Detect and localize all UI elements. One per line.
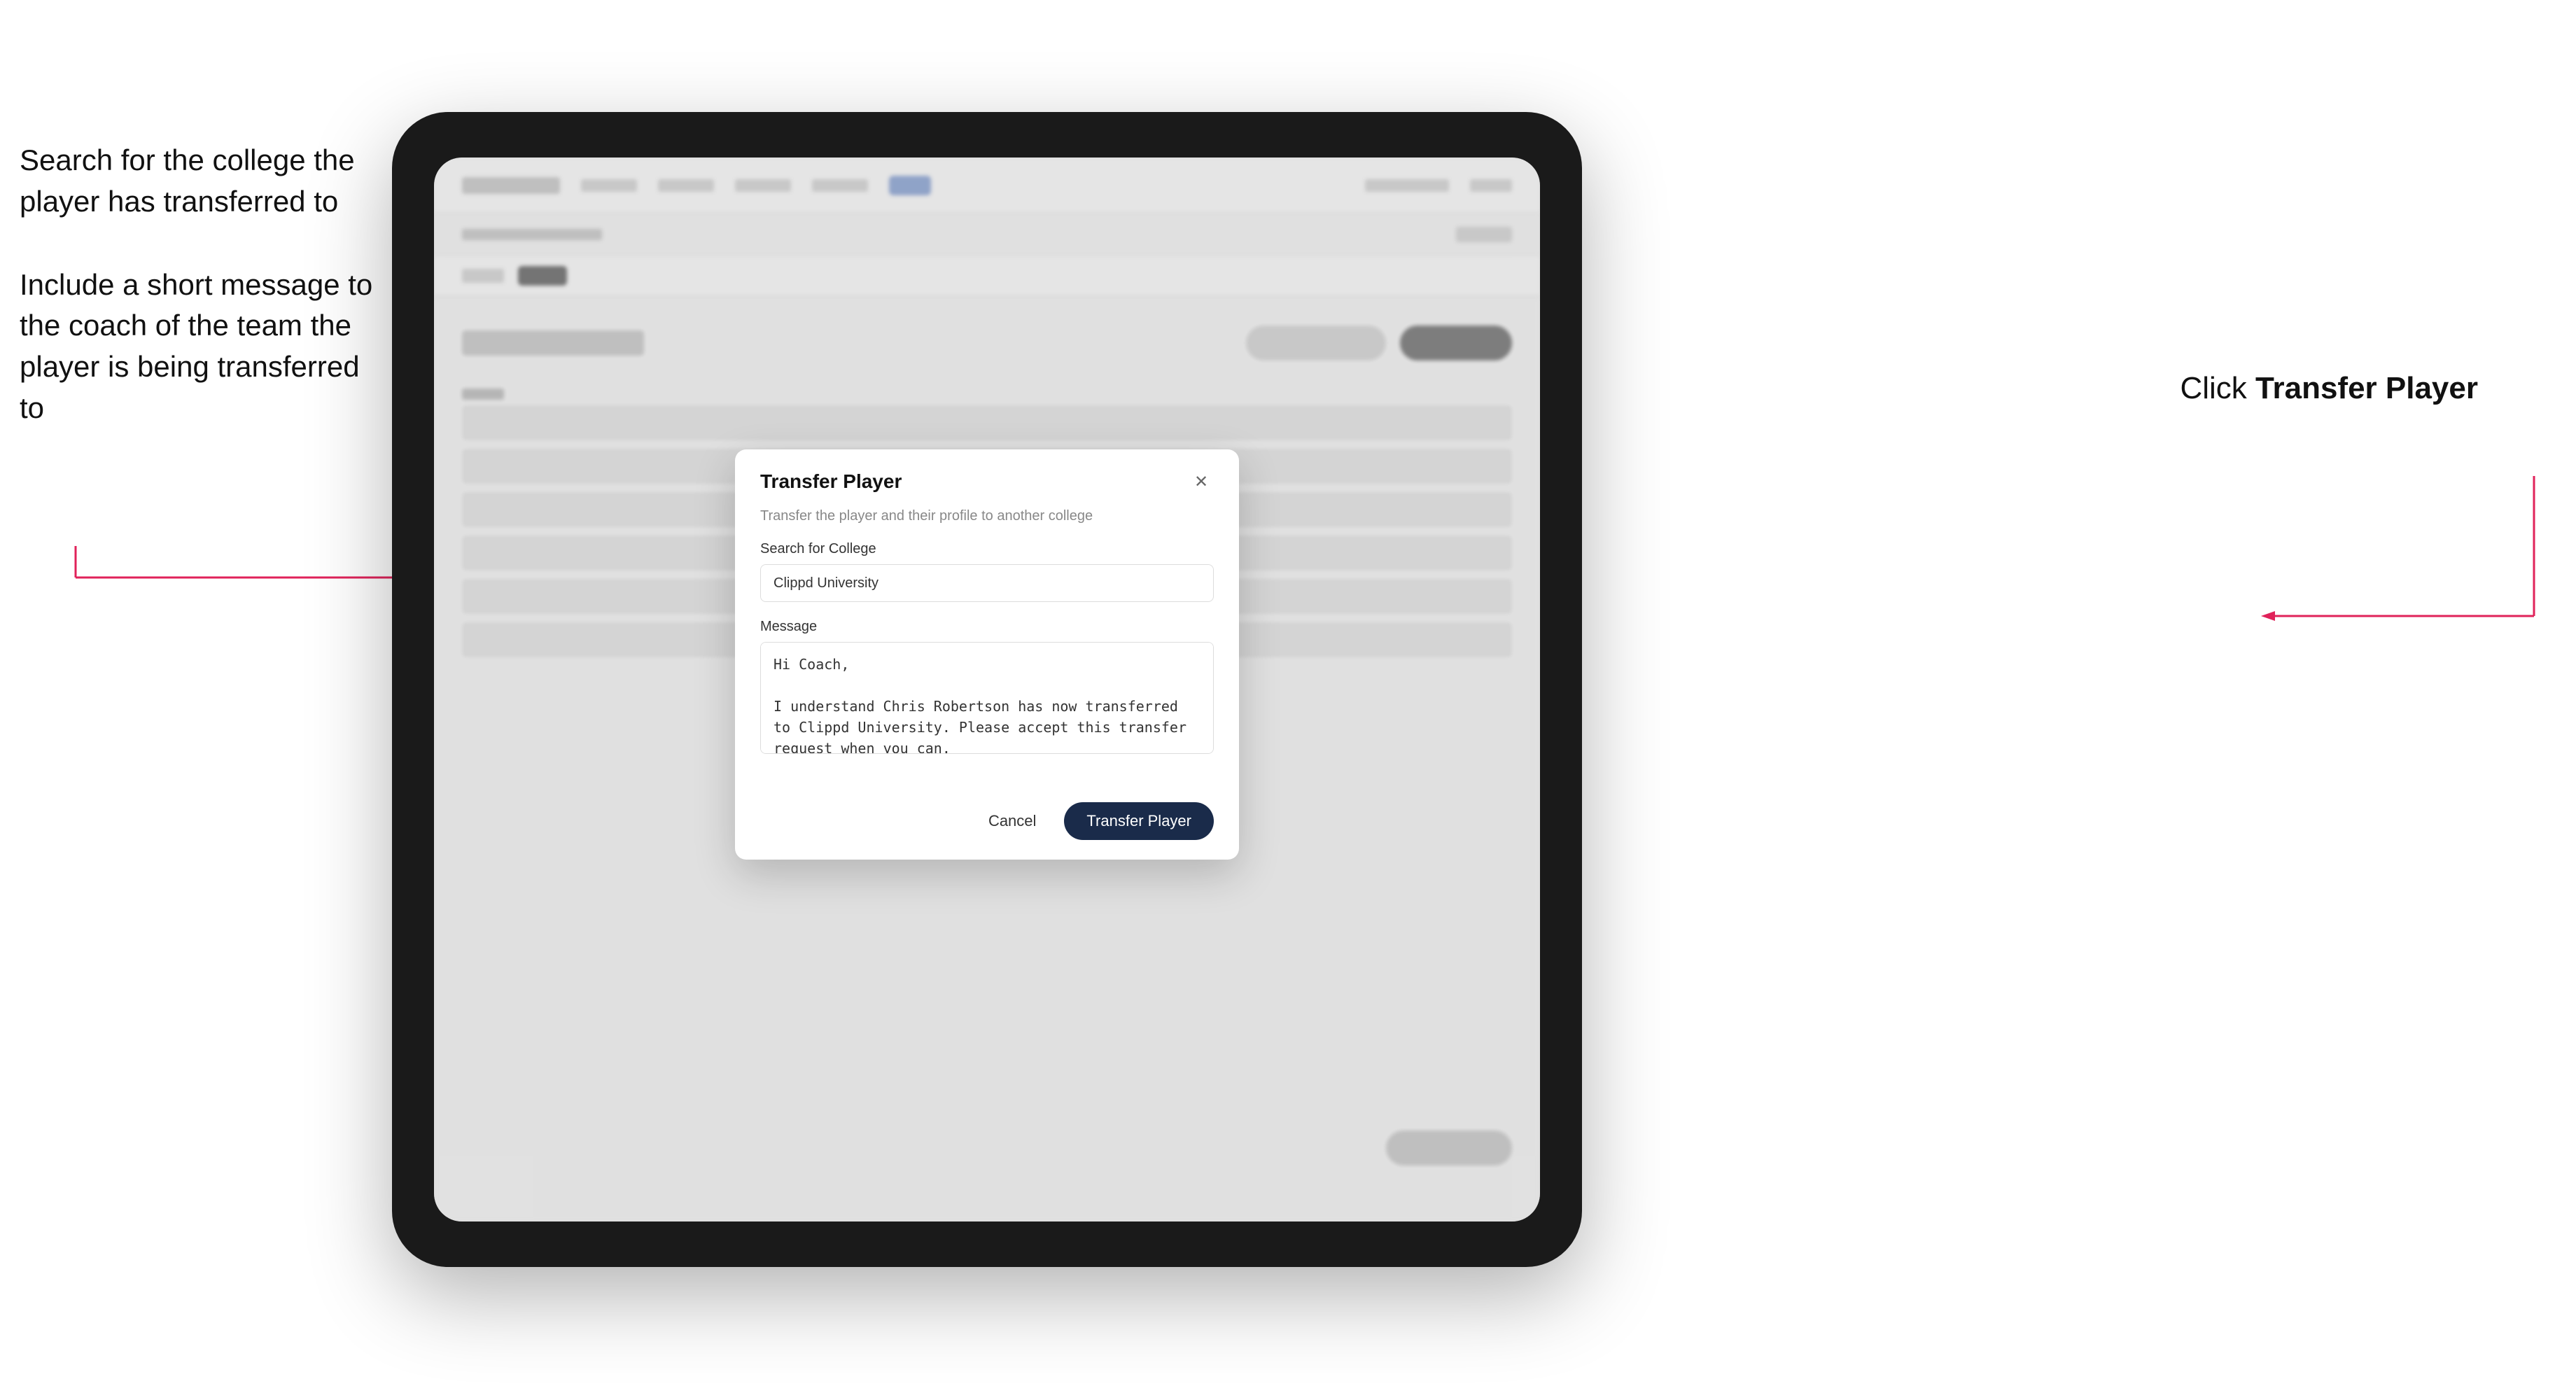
message-label: Message xyxy=(760,619,1214,635)
annotation-left: Search for the college the player has tr… xyxy=(20,140,384,471)
annotation-right-prefix: Click xyxy=(2180,371,2255,405)
annotation-text-2: Include a short message to the coach of … xyxy=(20,265,384,429)
college-label: Search for College xyxy=(760,541,1214,557)
cancel-button[interactable]: Cancel xyxy=(974,804,1050,839)
modal-overlay: Transfer Player ✕ Transfer the player an… xyxy=(434,158,1540,1222)
modal-dialog: Transfer Player ✕ Transfer the player an… xyxy=(735,449,1239,860)
annotation-right: Click Transfer Player xyxy=(2180,371,2478,406)
left-arrow xyxy=(20,546,447,588)
right-arrow xyxy=(2254,476,2576,658)
modal-footer: Cancel Transfer Player xyxy=(735,788,1239,860)
college-input[interactable] xyxy=(760,564,1214,602)
modal-title: Transfer Player xyxy=(760,470,902,493)
annotation-text-1: Search for the college the player has tr… xyxy=(20,140,384,223)
message-textarea[interactable]: Hi Coach, I understand Chris Robertson h… xyxy=(760,642,1214,754)
ipad-screen: Transfer Player ✕ Transfer the player an… xyxy=(434,158,1540,1222)
modal-close-button[interactable]: ✕ xyxy=(1189,469,1214,494)
modal-header: Transfer Player ✕ xyxy=(735,449,1239,508)
college-form-group: Search for College xyxy=(760,541,1214,602)
annotation-right-bold: Transfer Player xyxy=(2255,371,2478,405)
modal-subtitle: Transfer the player and their profile to… xyxy=(760,508,1214,524)
ipad-device: Transfer Player ✕ Transfer the player an… xyxy=(392,112,1582,1267)
message-form-group: Message Hi Coach, I understand Chris Rob… xyxy=(760,619,1214,757)
transfer-player-button[interactable]: Transfer Player xyxy=(1064,802,1214,840)
modal-body: Transfer the player and their profile to… xyxy=(735,508,1239,788)
close-icon: ✕ xyxy=(1194,472,1208,492)
